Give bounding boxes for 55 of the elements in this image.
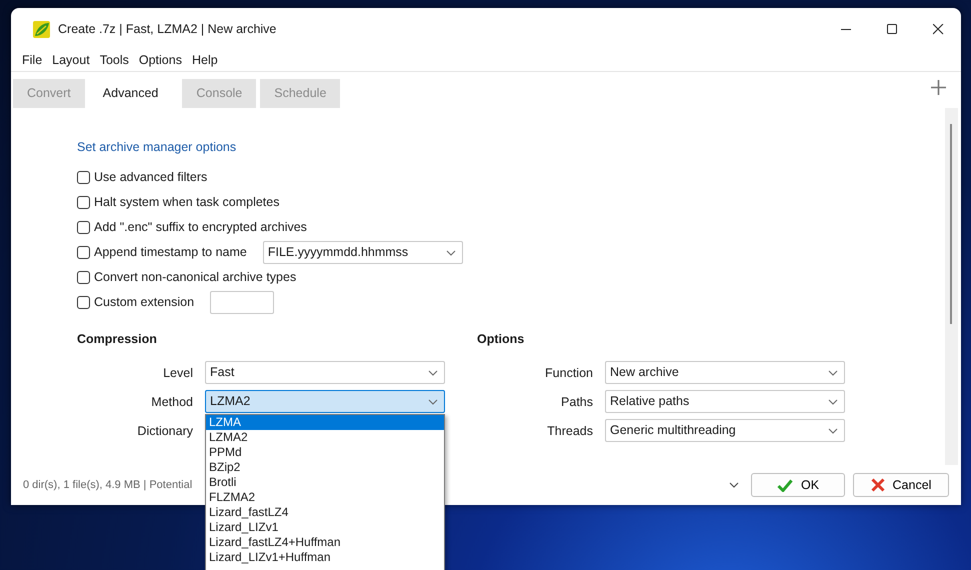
checkbox[interactable]: Custom extension: [77, 293, 194, 312]
dropdown-field[interactable]: Fast: [205, 361, 445, 384]
dropdown-option[interactable]: Brotli: [206, 475, 444, 490]
chevron-icon: [428, 398, 438, 404]
field-label: Paths: [560, 394, 594, 411]
close-icon: [932, 24, 944, 34]
close-icon: [870, 478, 885, 492]
field-label: Threads: [546, 423, 594, 440]
dropdown-field[interactable]: LZMA2: [205, 390, 445, 413]
checkbox[interactable]: Convert non-canonical archive types: [77, 268, 296, 287]
options-link[interactable]: Set archive manager options: [77, 140, 236, 154]
chevron-icon: [828, 398, 838, 404]
window-title: Create .7z | Fast, LZMA2 | New archive: [58, 20, 276, 38]
menu-item[interactable]: Layout: [47, 51, 95, 70]
dropdown-option[interactable]: LZMA: [206, 415, 444, 430]
dropdown-field[interactable]: Relative paths: [605, 390, 845, 413]
scrollbar[interactable]: [945, 108, 958, 465]
menu-item[interactable]: Options: [134, 51, 187, 70]
menu-item[interactable]: Tools: [94, 51, 134, 70]
dropdown-option[interactable]: Lizard_LIZv1: [206, 520, 444, 535]
add-icon[interactable]: [930, 79, 947, 96]
checkmark-icon: [776, 478, 793, 492]
chevron-icon: [828, 428, 838, 434]
checkbox[interactable]: Append timestamp to name: [77, 243, 247, 262]
field-label: Level: [162, 365, 194, 382]
dropdown-option[interactable]: LZMA2: [206, 430, 444, 445]
chevron-icon: [446, 250, 456, 256]
field-label: Function: [544, 365, 594, 382]
timestamp-select[interactable]: FILE.yyyymmdd.hhmmss: [262, 241, 463, 264]
status-text: 0 dir(s), 1 file(s), 4.9 MB | Potential: [23, 478, 192, 493]
caret-icon[interactable]: [729, 482, 739, 488]
dropdown-option[interactable]: FLZMA2: [206, 490, 444, 505]
extension-field[interactable]: [210, 291, 274, 314]
dropdown-option[interactable]: Lizard_fastLZ4+Huffman: [206, 535, 444, 550]
menu-item[interactable]: File: [17, 51, 48, 70]
app-icon: [33, 20, 50, 38]
menu-item[interactable]: Help: [186, 51, 223, 70]
chevron-icon: [828, 370, 838, 376]
dropdown-option[interactable]: BZip2: [206, 460, 444, 475]
section-heading: Compression: [77, 331, 158, 348]
maximize-icon: [886, 24, 898, 34]
dropdown-option[interactable]: Lizard_fastLZ4: [206, 505, 444, 520]
dropdown-option[interactable]: PPMd: [206, 445, 444, 460]
checkbox[interactable]: Add ".enc" suffix to encrypted archives: [77, 218, 307, 237]
dropdown-field[interactable]: Generic multithreading: [605, 419, 845, 442]
checkbox[interactable]: Halt system when task completes: [77, 193, 280, 212]
chevron-icon: [428, 370, 438, 376]
dropdown-option[interactable]: Lizard_LIZv1+Huffman: [206, 550, 444, 565]
checkbox[interactable]: Use advanced filters: [77, 168, 208, 187]
cancel-button[interactable]: Cancel: [853, 473, 949, 497]
ok-button[interactable]: OK: [751, 473, 845, 497]
section-heading: Options: [477, 331, 526, 348]
dropdown-field[interactable]: New archive: [605, 361, 845, 384]
field-label: Method: [150, 394, 194, 411]
field-label: Dictionary: [136, 423, 194, 440]
